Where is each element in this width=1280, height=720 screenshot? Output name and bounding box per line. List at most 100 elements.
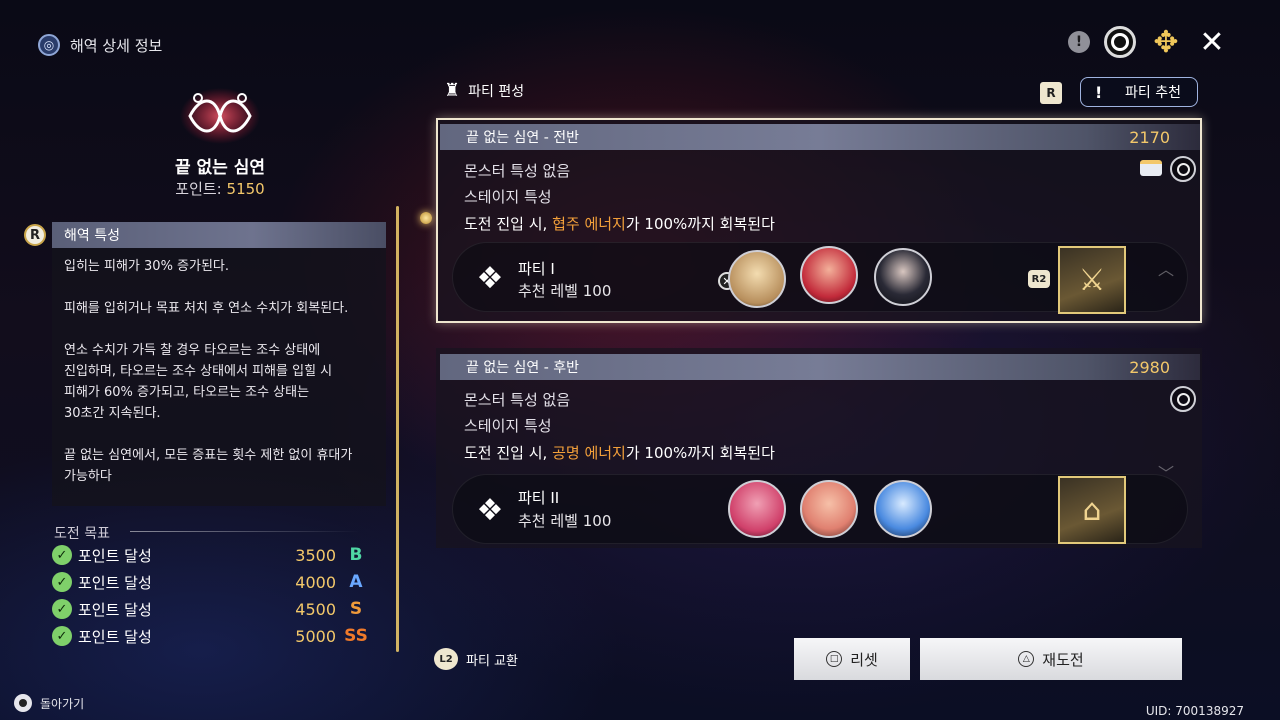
user-id: UID: 700138927: [1145, 704, 1244, 718]
sword-case-icon: ⚔: [1078, 262, 1106, 298]
goal-title: 도전 목표: [54, 526, 110, 542]
check-icon: ✓: [52, 599, 72, 619]
stage-card-title: 끝 없는 심연 - 후반: [466, 360, 580, 376]
scroll-indicator: [420, 212, 432, 224]
stage-points-label: 포인트:: [175, 180, 222, 198]
r-button-badge[interactable]: R: [24, 224, 46, 246]
scrollbar[interactable]: [396, 206, 399, 652]
goal-row: ✓ 포인트 달성 4000 A: [52, 569, 382, 595]
goal-value: 4000: [295, 572, 336, 592]
desc-text: 가 100%까지 회복된다: [625, 215, 775, 233]
desc-highlight: 공명 에너지: [552, 444, 626, 462]
stage-trait-label: 스테이지 특성: [464, 188, 552, 206]
r-button-badge: R: [1040, 82, 1062, 104]
divider: [130, 531, 360, 532]
search-icon[interactable]: [1170, 156, 1196, 182]
stage-name: 끝 없는 심연: [174, 158, 266, 178]
chess-rook-icon: ♜: [444, 80, 461, 101]
triangle-button-icon: △: [1018, 651, 1035, 667]
gear-compass-icon[interactable]: ✥: [1150, 25, 1182, 60]
desc-text: 가 100%까지 회복된다: [625, 444, 775, 462]
recommend-label: 파티 추천: [1125, 85, 1181, 101]
goal-row: ✓ 포인트 달성 5000 SS: [52, 623, 382, 649]
stage-trait-label: 스테이지 특성: [464, 417, 552, 435]
info-icon[interactable]: !: [1068, 31, 1090, 53]
retry-label: 재도전: [1042, 650, 1084, 669]
equipped-item-slot[interactable]: ⌂: [1058, 476, 1126, 544]
back-button[interactable]: 돌아가기: [14, 694, 84, 712]
target-icon[interactable]: [1104, 26, 1136, 58]
square-button-icon: □: [826, 651, 843, 667]
retry-button[interactable]: △ 재도전: [920, 638, 1182, 680]
alert-icon: !: [1095, 82, 1103, 102]
party-swap-button[interactable]: L2 파티 교환: [434, 648, 518, 670]
monster-trait: 몬스터 특성 없음: [464, 391, 571, 409]
equipped-item-slot[interactable]: ⚔: [1058, 246, 1126, 314]
rank-badge: S: [349, 599, 363, 619]
header: ◎ 해역 상세 정보: [38, 34, 162, 56]
desc-text: 도전 진입 시,: [464, 215, 553, 233]
r2-button-badge: R2: [1028, 270, 1050, 288]
stage-card-points: 2170: [1129, 127, 1170, 147]
monster-trait: 몬스터 특성 없음: [464, 162, 571, 180]
character-avatar[interactable]: [874, 480, 932, 538]
stage-emblem-icon: [180, 88, 260, 144]
goal-label: 포인트 달성: [78, 600, 152, 619]
rank-badge: B: [349, 545, 363, 565]
close-icon[interactable]: ✕: [1196, 25, 1228, 60]
party-emblem-icon: ❖: [476, 492, 504, 528]
circle-button-icon: [14, 694, 32, 712]
reset-label: 리셋: [850, 650, 878, 669]
check-icon: ✓: [52, 572, 72, 592]
party-level: 추천 레벨 100: [518, 282, 612, 300]
desc-text: 도전 진입 시,: [464, 444, 553, 462]
stage-card-header: 끝 없는 심연 - 후반 2980: [440, 354, 1200, 380]
chevron-down-icon[interactable]: ﹀: [1158, 460, 1174, 484]
check-icon: ✓: [52, 626, 72, 646]
stage-trait-desc: 도전 진입 시, 협주 에너지가 100%까지 회복된다: [464, 213, 775, 234]
stage-card-points: 2980: [1129, 357, 1170, 377]
search-icon[interactable]: [1170, 386, 1196, 412]
birdcage-icon: ⌂: [1082, 492, 1102, 528]
rank-badge: A: [349, 572, 363, 592]
character-avatar[interactable]: [800, 480, 858, 538]
stage-points-value: 5150: [226, 180, 265, 198]
stage-trait-desc: 도전 진입 시, 공명 에너지가 100%까지 회복된다: [464, 442, 775, 463]
goal-row: ✓ 포인트 달성 4500 S: [52, 596, 382, 622]
globe-icon: ◎: [38, 34, 60, 56]
character-avatar[interactable]: [728, 480, 786, 538]
top-right-icons: ! ✥ ✕: [1068, 25, 1228, 60]
l2-button-badge: L2: [434, 648, 458, 670]
party-edit-title: 파티 편성: [468, 83, 525, 100]
check-icon: ✓: [52, 545, 72, 565]
goal-value: 5000: [295, 626, 336, 646]
goal-label: 포인트 달성: [78, 627, 152, 646]
party-name: 파티 I: [518, 260, 555, 278]
goal-label: 포인트 달성: [78, 573, 152, 592]
chevron-up-icon[interactable]: ︿: [1158, 256, 1174, 280]
goal-value: 3500: [295, 545, 336, 565]
party-edit-header: ♜ 파티 편성: [444, 80, 524, 101]
chest-icon: [1140, 160, 1162, 176]
desc-highlight: 협주 에너지: [552, 215, 626, 233]
trait-description: 입히는 피해가 30% 증가된다. 피해를 입히거나 목표 처치 후 연소 수치…: [64, 259, 353, 484]
rank-badge: SS: [344, 626, 368, 646]
character-avatar[interactable]: [800, 246, 858, 304]
trait-header: 해역 특성: [52, 222, 386, 248]
character-avatar[interactable]: [728, 250, 786, 308]
stage-card-title: 끝 없는 심연 - 전반: [466, 130, 580, 146]
party-name: 파티 II: [518, 489, 560, 507]
goal-value: 4500: [295, 599, 336, 619]
stage-card-header: 끝 없는 심연 - 전반 2170: [440, 124, 1200, 150]
page-title: 해역 상세 정보: [70, 36, 163, 55]
character-avatar[interactable]: [874, 248, 932, 306]
reset-button[interactable]: □ 리셋: [794, 638, 910, 680]
goal-label: 포인트 달성: [78, 546, 152, 565]
party-level: 추천 레벨 100: [518, 512, 612, 530]
stage-points: 포인트: 5150: [0, 178, 440, 199]
goal-row: ✓ 포인트 달성 3500 B: [52, 542, 382, 568]
party-swap-label: 파티 교환: [466, 653, 518, 669]
back-label: 돌아가기: [40, 696, 85, 711]
recommend-party-button[interactable]: ! 파티 추천: [1080, 77, 1198, 107]
party-emblem-icon: ❖: [476, 260, 504, 296]
